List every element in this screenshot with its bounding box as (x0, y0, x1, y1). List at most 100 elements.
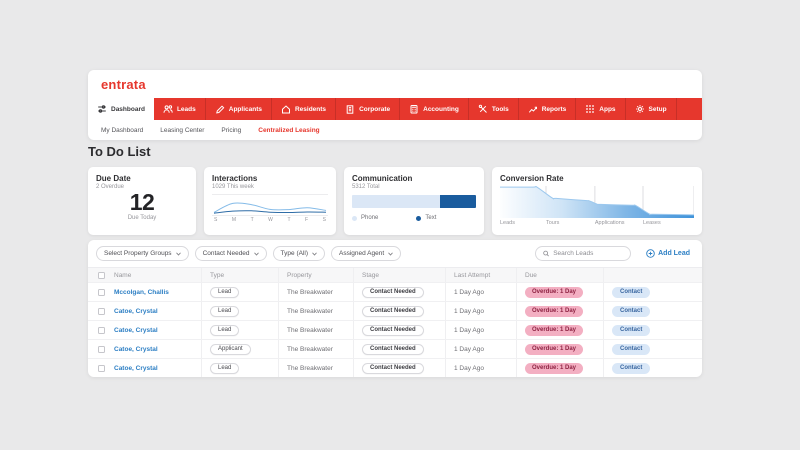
overdue-badge: Overdue: 1 Day (525, 287, 583, 298)
lead-name-link[interactable]: Mccolgan, Challis (114, 289, 169, 296)
row-checkbox[interactable] (98, 346, 105, 353)
nav-tab-applicants[interactable]: Applicants (206, 98, 272, 120)
chevron-down-icon (388, 252, 393, 256)
entrata-logo: entrata (101, 77, 146, 92)
stage-badge: Contact Needed (362, 306, 424, 317)
add-lead-button[interactable]: Add Lead (646, 249, 690, 258)
row-checkbox[interactable] (98, 308, 105, 315)
contact-button[interactable]: Contact (612, 363, 650, 374)
nav-tab-leads[interactable]: Leads (154, 98, 206, 120)
tools-icon (478, 104, 488, 114)
lead-name-link[interactable]: Catoe, Crystal (114, 365, 158, 372)
last-attempt-cell: 1 Day Ago (445, 359, 516, 377)
lead-name-link[interactable]: Catoe, Crystal (114, 327, 158, 334)
action-cell: Contact (603, 340, 702, 358)
due-cell: Overdue: 1 Day (516, 321, 603, 339)
nav-filler (677, 98, 702, 120)
property-groups-filter[interactable]: Select Property Groups (96, 246, 189, 261)
stage-cell: Contact Needed (353, 321, 445, 339)
row-checkbox-cell (88, 340, 114, 358)
contact-button[interactable]: Contact (612, 306, 650, 317)
nav-tab-residents[interactable]: Residents (272, 98, 336, 120)
interactions-x-axis: S M T W T F S (214, 217, 326, 223)
page-title: To Do List (88, 144, 151, 159)
nav-tab-label: Tools (492, 106, 509, 113)
nav-tab-label: Setup (649, 106, 667, 113)
communication-card: Communication 5312 Total Phone Text (344, 167, 484, 235)
axis-tick: S (214, 217, 217, 223)
nav-tab-label: Reports (542, 106, 567, 113)
property-cell: The Breakwater (278, 340, 353, 358)
card-title: Due Date (96, 174, 188, 183)
card-title: Interactions (212, 174, 328, 183)
search-box (535, 246, 631, 261)
header-checkbox-cell (88, 268, 114, 282)
due-cell: Overdue: 1 Day (516, 302, 603, 320)
column-header-name: Name (114, 268, 201, 282)
nav-tab-accounting[interactable]: Accounting (400, 98, 469, 120)
type-filter[interactable]: Type (All) (273, 246, 325, 261)
property-cell: The Breakwater (278, 321, 353, 339)
row-checkbox[interactable] (98, 327, 105, 334)
nav-tab-corporate[interactable]: Corporate (336, 98, 400, 120)
lead-name-link[interactable]: Catoe, Crystal (114, 308, 158, 315)
due-cell: Overdue: 1 Day (516, 340, 603, 358)
nav-tab-label: Applicants (229, 106, 262, 113)
name-cell: Catoe, Crystal (114, 340, 201, 358)
funnel-stage-label: Leases (643, 220, 661, 226)
action-cell: Contact (603, 359, 702, 377)
subnav-item-leasing-center[interactable]: Leasing Center (160, 127, 204, 134)
due-date-card: Due Date 2 Overdue 12 Due Today (88, 167, 196, 235)
main-nav: Dashboard Leads Applicants Residents Cor… (88, 98, 702, 120)
column-header-property: Property (278, 268, 353, 282)
column-header-stage: Stage (353, 268, 445, 282)
stage-badge: Contact Needed (362, 363, 424, 374)
contact-button[interactable]: Contact (612, 325, 650, 336)
search-icon (543, 250, 549, 257)
nav-tab-reports[interactable]: Reports (519, 98, 577, 120)
table-row: Catoe, Crystal Applicant The Breakwater … (88, 339, 702, 358)
contact-button[interactable]: Contact (612, 344, 650, 355)
row-checkbox-cell (88, 283, 114, 301)
subnav-item-my-dashboard[interactable]: My Dashboard (101, 127, 143, 134)
row-checkbox-cell (88, 359, 114, 377)
type-cell: Applicant (201, 340, 278, 358)
name-cell: Catoe, Crystal (114, 321, 201, 339)
nav-tab-dashboard[interactable]: Dashboard (88, 98, 154, 120)
interactions-count: 1029 This week (212, 184, 328, 190)
nav-tab-setup[interactable]: Setup (626, 98, 677, 120)
row-checkbox[interactable] (98, 289, 105, 296)
row-checkbox[interactable] (98, 365, 105, 372)
nav-tab-tools[interactable]: Tools (469, 98, 519, 120)
legend-dot-text (416, 216, 421, 221)
contact-needed-filter[interactable]: Contact Needed (195, 246, 267, 261)
nav-tab-apps[interactable]: Apps (576, 98, 625, 120)
contact-button[interactable]: Contact (612, 287, 650, 298)
add-lead-label: Add Lead (658, 250, 690, 257)
subnav-item-centralized-leasing[interactable]: Centralized Leasing (258, 127, 319, 134)
column-header-action (603, 268, 702, 282)
row-checkbox-cell (88, 321, 114, 339)
interactions-chart (212, 194, 328, 216)
axis-tick: T (251, 217, 254, 223)
due-today-count: 12 (96, 191, 188, 214)
overdue-badge: Overdue: 1 Day (525, 344, 583, 355)
type-cell: Lead (201, 283, 278, 301)
communication-legend: Phone Text (352, 215, 476, 221)
filter-bar: Select Property Groups Contact Needed Ty… (88, 240, 702, 267)
card-title: Conversion Rate (500, 174, 694, 183)
stage-cell: Contact Needed (353, 302, 445, 320)
search-input[interactable] (553, 250, 623, 257)
table-row: Catoe, Crystal Lead The Breakwater Conta… (88, 301, 702, 320)
nav-tab-label: Apps (599, 106, 615, 113)
axis-tick: M (232, 217, 236, 223)
assigned-agent-filter[interactable]: Assigned Agent (331, 246, 401, 261)
select-all-checkbox[interactable] (98, 272, 105, 279)
column-header-last-attempt: Last Attempt (445, 268, 516, 282)
type-badge: Applicant (210, 344, 251, 355)
lead-name-link[interactable]: Catoe, Crystal (114, 346, 158, 353)
subnav-item-pricing[interactable]: Pricing (221, 127, 241, 134)
table-row: Catoe, Crystal Lead The Breakwater Conta… (88, 320, 702, 339)
nav-tab-label: Corporate (359, 106, 390, 113)
filter-label: Assigned Agent (339, 250, 384, 257)
